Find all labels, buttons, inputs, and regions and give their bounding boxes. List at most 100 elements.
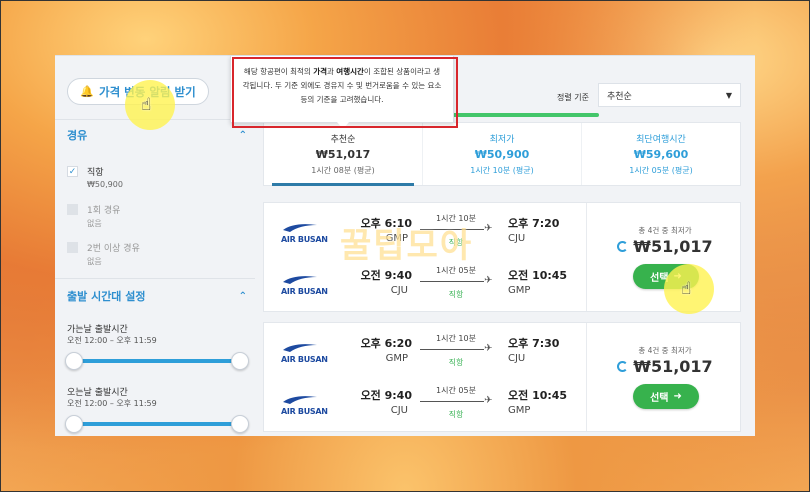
cheapest-note: 총 4건 중 최저가 (638, 226, 692, 235)
select-label: 선택 (650, 393, 669, 404)
chevron-up-icon: ⌃ (238, 129, 247, 141)
slider-handle-end[interactable] (231, 352, 249, 370)
slider-handle-start[interactable] (65, 415, 83, 433)
arrival-time: 오후 7:20 (508, 217, 560, 230)
stop-option-label: 직항 (87, 168, 104, 178)
caret-down-icon: ▼ (725, 90, 732, 100)
airplane-icon: ✈ (484, 223, 493, 234)
flight-duration: 1시간 05분 (436, 386, 476, 395)
route-line (420, 349, 484, 350)
tab-label: 최단여행시간 (636, 135, 686, 145)
tab-duration: 1시간 05분 (평균) (629, 166, 693, 175)
divider (55, 278, 255, 279)
tab-label: 최저가 (489, 135, 515, 145)
airline-logo: AIR BUSAN (278, 219, 328, 249)
checkbox (67, 204, 78, 215)
departure-time: 오전 9:40 (360, 389, 412, 402)
checkbox (67, 242, 78, 253)
departure-airport: CJU (390, 285, 408, 296)
airline-logo: AIR BUSAN (278, 391, 328, 421)
flight-leg-outbound: AIR BUSAN 오후 6:10 GMP 1시간 10분 ✈ 직항 오후 7:… (264, 211, 586, 261)
price-row: ₩51,017 (587, 237, 743, 256)
tooltip-text: 과 (327, 67, 337, 76)
airline-logo: AIR BUSAN (278, 339, 328, 369)
tab-duration: 1시간 08분 (평균) (311, 166, 375, 175)
tooltip-arrow (337, 122, 349, 129)
stop-option-label: 2번 이상 경유 (87, 244, 140, 254)
flight-result-card[interactable]: AIR BUSAN 오후 6:20 GMP 1시간 10분 ✈ 직항 오후 7:… (263, 322, 741, 432)
tooltip-bold: 여행시간 (336, 67, 364, 76)
tab-price: ₩59,600 (633, 148, 689, 161)
arrival-airport: GMP (508, 405, 531, 416)
return-time-slider[interactable] (75, 422, 239, 426)
stops-title: 경유 (67, 129, 88, 142)
airline-name: AIR BUSAN (281, 355, 328, 364)
tab-cheapest[interactable]: 최저가 ₩50,900 1시간 10분 (평균) (423, 123, 582, 185)
flight-duration: 1시간 10분 (436, 334, 476, 343)
total-price: ₩51,017 (633, 237, 713, 256)
airline-name: AIR BUSAN (281, 407, 328, 416)
air-busan-logo-mark (283, 396, 317, 404)
sort-dropdown[interactable]: 추천순 ▼ (598, 83, 741, 107)
return-time-range: 오전 12:00 – 오후 11:59 (67, 399, 157, 408)
hand-cursor-icon: ☝ (681, 279, 692, 299)
departure-time-section-header[interactable]: 출발 시간대 설정 ⌃ (67, 286, 247, 306)
price-row: ₩51,017 (587, 357, 743, 376)
total-price: ₩51,017 (633, 357, 713, 376)
loading-spinner-icon (617, 241, 629, 252)
arrival-airport: GMP (508, 285, 531, 296)
tab-duration: 1시간 10분 (평균) (470, 166, 534, 175)
sort-selected-value: 추천순 (607, 91, 632, 102)
arrival-time: 오전 10:45 (508, 389, 568, 402)
chevron-up-icon: ⌃ (238, 290, 247, 302)
stops-label: 직항 (448, 238, 464, 247)
sort-label: 정렬 기준 (557, 93, 589, 102)
arrival-time: 오후 7:30 (508, 337, 560, 350)
flight-duration: 1시간 05분 (436, 266, 476, 275)
route-line (420, 401, 484, 402)
departure-time: 오전 9:40 (360, 269, 412, 282)
tooltip-bold: 가격 (313, 67, 327, 76)
airline-name: AIR BUSAN (281, 287, 328, 296)
arrival-time: 오전 10:45 (508, 269, 568, 282)
outbound-time-slider[interactable] (75, 359, 239, 363)
cheapest-note: 총 4건 중 최저가 (638, 346, 692, 355)
stop-option-price: ₩50,900 (87, 180, 123, 189)
select-button[interactable]: 선택 ➜ (633, 384, 699, 409)
tab-fastest[interactable]: 최단여행시간 ₩59,600 1시간 05분 (평균) (582, 123, 740, 185)
air-busan-logo-mark (283, 224, 317, 232)
stop-option-price: 없음 (87, 219, 102, 228)
airplane-icon: ✈ (484, 343, 493, 354)
check-icon[interactable]: ✓ (67, 166, 78, 177)
tooltip-text: 해당 항공편이 최적의 (243, 67, 314, 76)
stops-label: 직항 (448, 290, 464, 299)
departure-airport: GMP (385, 233, 408, 244)
route-line (420, 281, 484, 282)
recommended-tooltip: 해당 항공편이 최적의 가격과 여행시간이 조합된 상품이라고 생각됩니다. 두… (230, 55, 454, 123)
departure-airport: GMP (385, 353, 408, 364)
stop-option-price: 없음 (87, 257, 102, 266)
stops-label: 직항 (448, 358, 464, 367)
route-line (420, 229, 484, 230)
departure-time: 오후 6:10 (360, 217, 412, 230)
return-time-label: 오는날 출발시간 (67, 388, 128, 398)
stops-label: 직항 (448, 410, 464, 419)
slider-handle-start[interactable] (65, 352, 83, 370)
price-pane: 총 4건 중 최저가 ₩51,017 선택 ➜ (586, 323, 742, 431)
flight-leg-outbound: AIR BUSAN 오후 6:20 GMP 1시간 10분 ✈ 직항 오후 7:… (264, 331, 586, 381)
tab-price: ₩51,017 (315, 148, 371, 161)
outbound-time-label: 가는날 출발시간 (67, 325, 128, 335)
airline-logo: AIR BUSAN (278, 271, 328, 301)
flight-leg-return: AIR BUSAN 오전 9:40 CJU 1시간 05분 ✈ 직항 오전 10… (264, 263, 586, 313)
hand-cursor-icon: ☝ (141, 95, 152, 115)
arrow-right-icon: ➜ (673, 391, 682, 402)
tab-price: ₩50,900 (474, 148, 530, 161)
slider-handle-end[interactable] (231, 415, 249, 433)
air-busan-logo-mark (283, 344, 317, 352)
sort-tabs: 추천순 ₩51,017 1시간 08분 (평균) 최저가 ₩50,900 1시간… (263, 122, 741, 186)
outbound-time-range: 오전 12:00 – 오후 11:59 (67, 336, 157, 345)
flight-leg-return: AIR BUSAN 오전 9:40 CJU 1시간 05분 ✈ 직항 오전 10… (264, 383, 586, 433)
airline-name: AIR BUSAN (281, 235, 328, 244)
departure-time: 오후 6:20 (360, 337, 412, 350)
tab-recommended[interactable]: 추천순 ₩51,017 1시간 08분 (평균) (264, 123, 423, 186)
